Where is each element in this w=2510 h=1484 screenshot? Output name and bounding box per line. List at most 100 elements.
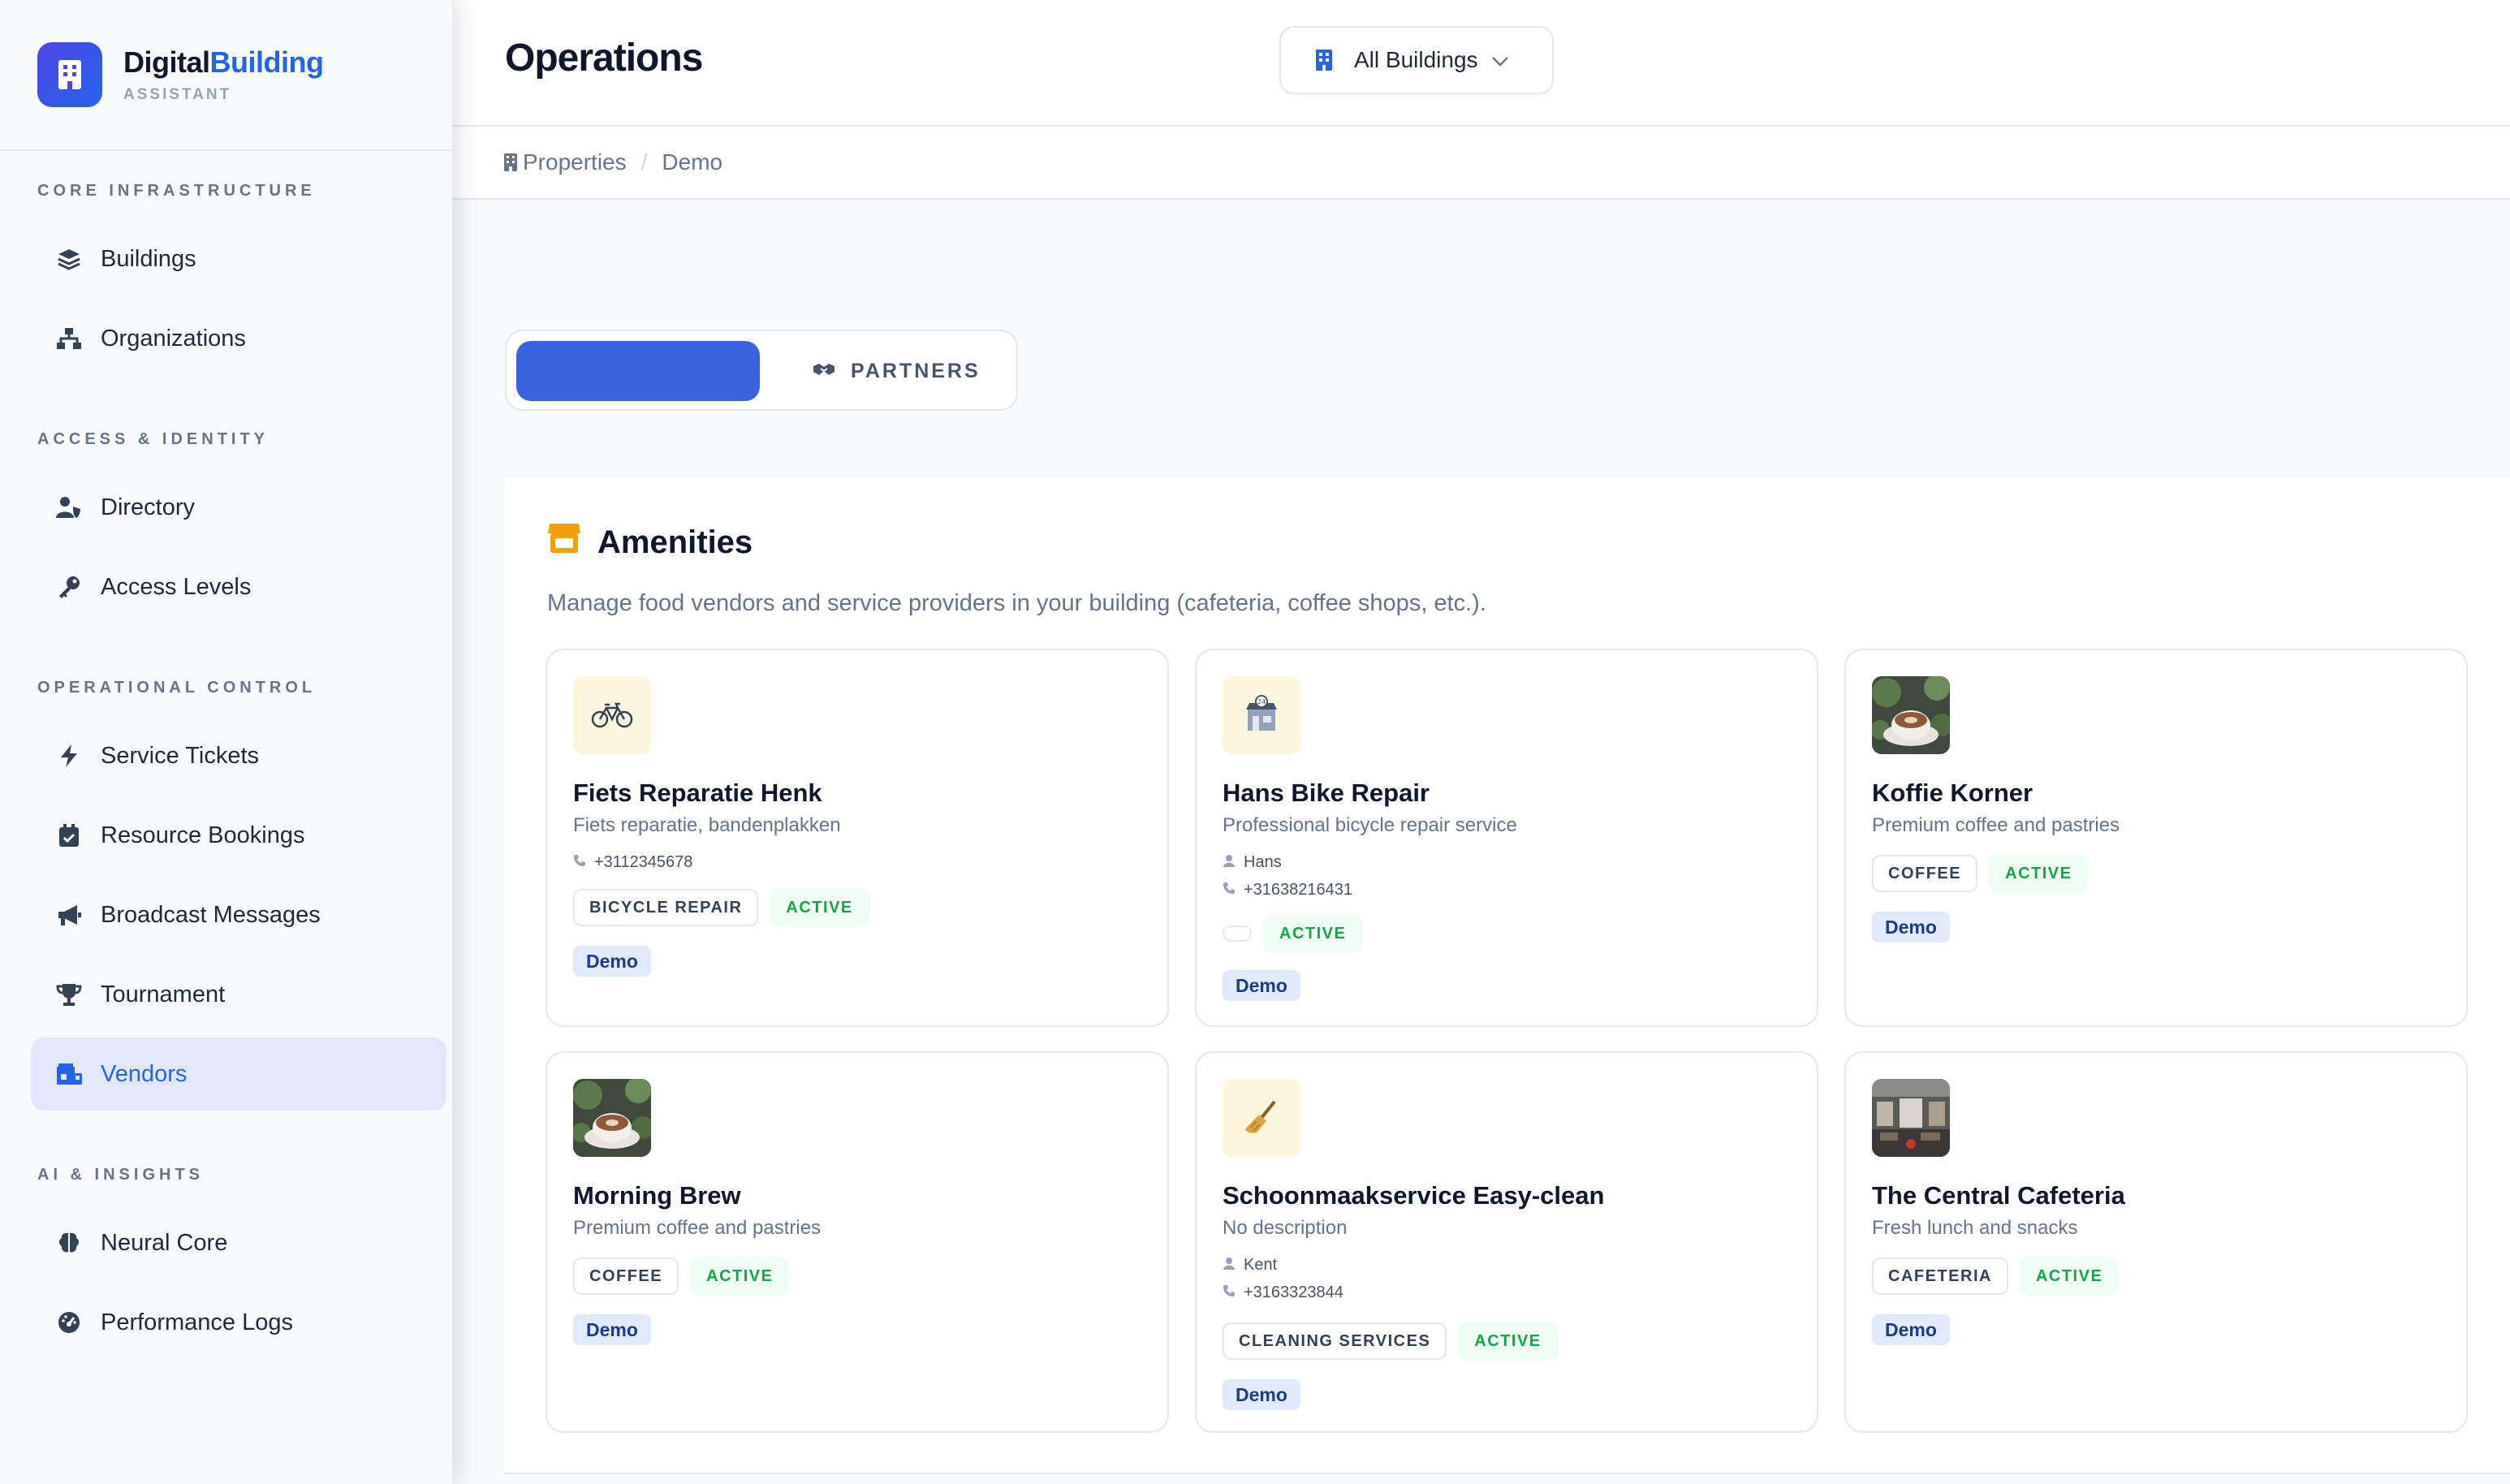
building-logo-icon <box>37 42 102 107</box>
calendar-check-icon <box>55 822 83 849</box>
vendor-tags: CLEANING SERVICES ACTIVE <box>1223 1322 1569 1360</box>
vendor-card[interactable]: Schoonmaakservice Easy-clean No descript… <box>1195 1051 1818 1433</box>
megaphone-icon <box>55 901 83 929</box>
vendor-tags: ACTIVE <box>1223 915 1374 952</box>
sidebar-item-organizations[interactable]: Organizations <box>31 302 446 375</box>
vendor-name: Fiets Reparatie Henk <box>573 779 822 807</box>
vendor-description: No description <box>1223 1217 1348 1239</box>
vendor-card[interactable]: 24 Hans Bike Repair Professional bicycle… <box>1195 649 1818 1027</box>
tab-partners-label: PARTNERS <box>851 359 981 382</box>
sidebar-item-label: Access Levels <box>101 573 252 600</box>
sidebar-item-vendors[interactable]: Vendors <box>31 1038 446 1111</box>
building-icon <box>503 153 518 172</box>
section-ai-insights: AI & INSIGHTS <box>37 1166 205 1184</box>
broom-icon <box>1223 1079 1300 1157</box>
handshake-icon <box>812 360 836 383</box>
store-icon <box>55 1060 83 1088</box>
building-icon <box>1315 49 1333 71</box>
category-badge-empty <box>1223 925 1252 942</box>
brand[interactable]: DigitalBuilding ASSISTANT <box>0 0 452 151</box>
brand-name: DigitalBuilding <box>123 45 324 79</box>
phone-icon <box>573 853 586 872</box>
status-badge: ACTIVE <box>1989 855 2089 892</box>
category-badge: BICYCLE REPAIR <box>573 889 759 926</box>
top-header: Operations All Buildings <box>453 0 2510 127</box>
panel-description: Manage food vendors and service provider… <box>547 590 1486 616</box>
vendor-description: Fresh lunch and snacks <box>1872 1217 2078 1239</box>
chevron-down-icon <box>1491 47 1509 73</box>
shop-icon: 24 <box>1223 676 1300 754</box>
building-tag: Demo <box>1872 1314 1950 1345</box>
sidebar-item-label: Broadcast Messages <box>101 901 321 928</box>
sidebar-item-access-levels[interactable]: Access Levels <box>31 550 446 623</box>
sidebar: DigitalBuilding ASSISTANT CORE INFRASTRU… <box>0 0 453 1484</box>
vendor-name: Schoonmaakservice Easy-clean <box>1223 1181 1605 1210</box>
building-tag: Demo <box>1223 970 1300 1001</box>
vendor-card[interactable]: Morning Brew Premium coffee and pastries… <box>546 1051 1169 1433</box>
building-tag: Demo <box>573 1314 651 1345</box>
layers-icon <box>55 245 83 273</box>
sidebar-item-label: Performance Logs <box>101 1309 293 1335</box>
sidebar-item-label: Tournament <box>101 981 226 1007</box>
tab-amenities[interactable] <box>516 341 760 401</box>
tab-switcher: PARTNERS <box>505 330 1018 411</box>
sidebar-item-performance-logs[interactable]: Performance Logs <box>31 1286 446 1359</box>
vendor-name: Morning Brew <box>573 1181 741 1210</box>
sidebar-item-service-tickets[interactable]: Service Tickets <box>31 719 446 792</box>
bolt-icon <box>55 742 83 770</box>
vendor-tags: CAFETERIA ACTIVE <box>1872 1258 2130 1295</box>
sidebar-item-resource-bookings[interactable]: Resource Bookings <box>31 799 446 872</box>
breadcrumb: Properties / Demo <box>453 127 2510 200</box>
vendor-card[interactable]: Fiets Reparatie Henk Fiets reparatie, ba… <box>546 649 1169 1027</box>
user-shield-icon <box>55 494 83 521</box>
vendor-card[interactable]: The Central Cafeteria Fresh lunch and sn… <box>1844 1051 2468 1433</box>
status-badge: ACTIVE <box>1458 1322 1558 1360</box>
section-core-infrastructure: CORE INFRASTRUCTURE <box>37 182 316 200</box>
sidebar-item-tournament[interactable]: Tournament <box>31 958 446 1031</box>
key-icon <box>55 573 83 601</box>
sitemap-icon <box>55 325 83 352</box>
bicycle-icon <box>573 676 651 754</box>
status-badge: ACTIVE <box>690 1258 790 1295</box>
sidebar-item-label: Service Tickets <box>101 742 259 769</box>
category-badge: CLEANING SERVICES <box>1223 1322 1447 1360</box>
coffee-photo <box>573 1079 651 1157</box>
sidebar-item-directory[interactable]: Directory <box>31 471 446 544</box>
trophy-icon <box>55 981 83 1008</box>
vendor-tags: COFFEE ACTIVE <box>573 1258 800 1295</box>
category-badge: CAFETERIA <box>1872 1258 2008 1295</box>
vendor-contact: Hans <box>1223 853 1282 872</box>
section-operational-control: OPERATIONAL CONTROL <box>37 679 317 697</box>
vendor-name: The Central Cafeteria <box>1872 1181 2125 1210</box>
brand-subtitle: ASSISTANT <box>123 86 232 103</box>
building-tag: Demo <box>1223 1379 1300 1410</box>
vendor-card[interactable]: Koffie Korner Premium coffee and pastrie… <box>1844 649 2468 1027</box>
sidebar-item-buildings[interactable]: Buildings <box>31 222 446 296</box>
sidebar-item-neural-core[interactable]: Neural Core <box>31 1206 446 1279</box>
tab-partners[interactable]: PARTNERS <box>812 341 981 401</box>
sidebar-item-label: Resource Bookings <box>101 822 305 848</box>
vendor-description: Fiets reparatie, bandenplakken <box>573 814 841 836</box>
vendor-tags: COFFEE ACTIVE <box>1872 855 2099 892</box>
sidebar-item-label: Directory <box>101 494 196 520</box>
section-access-identity: ACCESS & IDENTITY <box>37 430 270 448</box>
panel-title: Amenities <box>547 522 753 563</box>
user-icon <box>1223 853 1236 872</box>
building-tag: Demo <box>1872 912 1950 943</box>
building-select[interactable]: All Buildings <box>1279 26 1554 94</box>
building-select-value: All Buildings <box>1354 47 1478 72</box>
page-title: Operations <box>505 37 703 80</box>
phone-icon <box>1223 1283 1236 1302</box>
sidebar-item-broadcast-messages[interactable]: Broadcast Messages <box>31 878 446 951</box>
vendor-description: Premium coffee and pastries <box>1872 814 2120 836</box>
breadcrumb-current: Demo <box>662 149 723 175</box>
svg-text:24: 24 <box>1257 698 1266 705</box>
sidebar-item-label: Vendors <box>101 1060 188 1087</box>
vendor-phone: +3112345678 <box>573 853 692 872</box>
store-icon <box>547 522 581 563</box>
breadcrumb-properties-link[interactable]: Properties <box>523 149 627 175</box>
sidebar-item-label: Neural Core <box>101 1229 228 1256</box>
vendor-phone: +3163323844 <box>1223 1283 1343 1302</box>
category-badge: COFFEE <box>573 1258 679 1295</box>
phone-icon <box>1223 881 1236 899</box>
